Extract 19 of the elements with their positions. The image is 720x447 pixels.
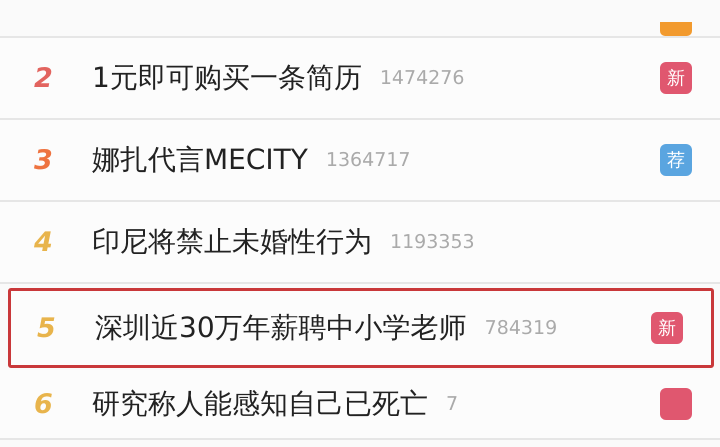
rank-number: 2 xyxy=(34,62,54,94)
topic-title: 深圳近30万年薪聘中小学老师 xyxy=(95,310,467,346)
heat-count: 1474276 xyxy=(380,67,464,89)
topic-title: 1元即可购买一条简历 xyxy=(92,60,362,96)
hot-search-row[interactable]: 5 深圳近30万年薪聘中小学老师 784319 新 xyxy=(8,288,714,368)
heat-count: 1193353 xyxy=(390,231,475,253)
rank-number: 5 xyxy=(37,312,57,344)
heat-count: 784319 xyxy=(484,317,558,339)
tag-badge: 新 xyxy=(660,62,692,94)
tag-badge: 新 xyxy=(651,312,683,344)
tag-badge: 荐 xyxy=(660,144,692,176)
topic-title: 印尼将禁止未婚性行为 xyxy=(92,224,372,260)
rank-number: 6 xyxy=(34,388,54,420)
heat-count: 7 xyxy=(446,393,458,415)
topic-title: 研究称人能感知自己已死亡 xyxy=(92,386,428,422)
topic-title: 娜扎代言MECITY xyxy=(92,142,308,178)
rank-number: 3 xyxy=(34,144,54,176)
heat-count: 1364717 xyxy=(326,149,410,171)
rank-number: 4 xyxy=(34,226,54,258)
